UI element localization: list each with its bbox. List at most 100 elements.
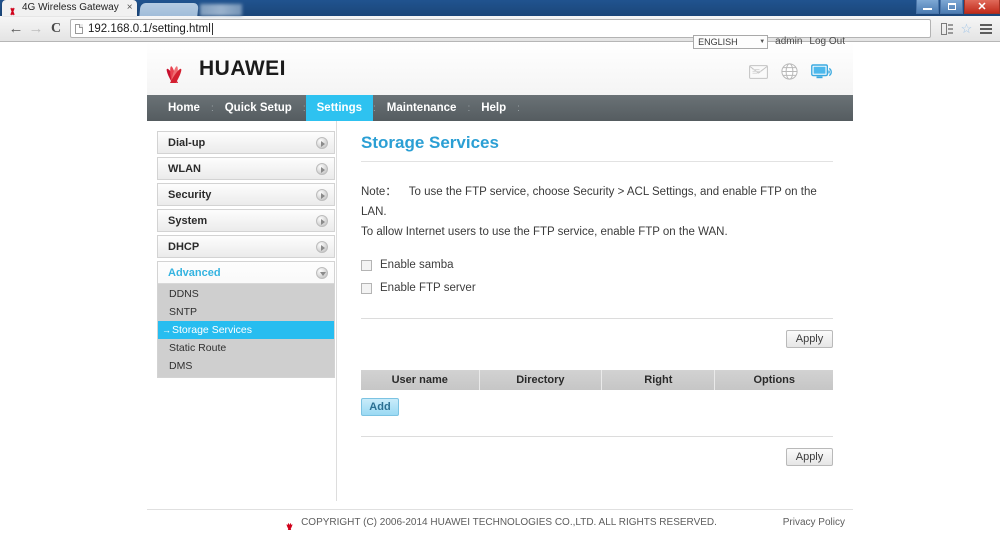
sidebar-group-system: System: [157, 209, 335, 232]
router-header: HUAWEI ENGLISH ▼ admin Log Out: [147, 42, 853, 95]
nav-item-home[interactable]: Home: [157, 95, 211, 121]
back-button[interactable]: ←: [6, 20, 26, 37]
apply-button-bottom[interactable]: Apply: [786, 448, 833, 466]
sidebar-item-advanced[interactable]: Advanced: [158, 262, 334, 283]
window-controls: ✕: [915, 0, 1000, 15]
router-ui: HUAWEI ENGLISH ▼ admin Log Out: [147, 42, 853, 535]
bookmark-star-icon[interactable]: ☆: [958, 20, 975, 37]
nav-item-help[interactable]: Help: [470, 95, 517, 121]
window-maximize-button[interactable]: [940, 0, 963, 14]
sidebar-group-dial-up: Dial-up: [157, 131, 335, 154]
minimize-icon: [923, 8, 932, 10]
enable-ftp-server-label[interactable]: Enable FTP server: [380, 282, 476, 294]
sidebar-group-wlan: WLAN: [157, 157, 335, 180]
device-monitor-wifi-icon[interactable]: [811, 64, 833, 85]
address-bar-url: 192.168.0.1/setting.html: [88, 23, 211, 35]
column-header-right: Right: [602, 370, 715, 390]
sidebar-menu: Dial-up WLAN Security: [147, 121, 336, 501]
apply-button-top[interactable]: Apply: [786, 330, 833, 348]
column-header-user-name: User name: [361, 370, 479, 390]
current-user-label: admin: [775, 36, 802, 47]
logout-link[interactable]: Log Out: [809, 36, 845, 47]
add-button[interactable]: Add: [361, 398, 399, 416]
huawei-flower-icon: [7, 3, 18, 14]
enable-samba-checkbox[interactable]: [361, 260, 372, 271]
sidebar-item-static-route[interactable]: Static Route: [158, 339, 334, 357]
sidebar-group-security: Security: [157, 183, 335, 206]
window-minimize-button[interactable]: [916, 0, 939, 14]
sidebar-item-ddns[interactable]: DDNS: [158, 285, 334, 303]
sidebar-item-label: DMS: [169, 360, 192, 372]
sidebar-item-wlan[interactable]: WLAN: [158, 158, 334, 179]
nav-separator: :: [517, 95, 520, 121]
sidebar-item-security[interactable]: Security: [158, 184, 334, 205]
header-right-controls: ENGLISH ▼ admin Log Out: [693, 34, 845, 85]
sidebar-item-label: DHCP: [168, 241, 199, 253]
apps-icon[interactable]: [939, 20, 956, 37]
apply-row-top: Apply: [361, 319, 833, 348]
nav-item-quick-setup[interactable]: Quick Setup: [214, 95, 303, 121]
maximize-icon: [948, 3, 956, 10]
sidebar-item-label: System: [168, 215, 207, 227]
sidebar-item-label: SNTP: [169, 306, 197, 318]
note-label: Note：: [361, 186, 397, 198]
privacy-policy-link[interactable]: Privacy Policy: [783, 517, 845, 528]
sidebar-item-system[interactable]: System: [158, 210, 334, 231]
note-line-1: Note： To use the FTP service, choose Sec…: [361, 182, 833, 222]
sidebar-item-label: DDNS: [169, 288, 199, 300]
chevron-right-circle-icon: [316, 241, 328, 253]
enable-samba-label[interactable]: Enable samba: [380, 259, 454, 271]
nav-item-maintenance[interactable]: Maintenance: [376, 95, 468, 121]
browser-tab-active[interactable]: 4G Wireless Gateway ×: [2, 0, 137, 16]
document-icon: [75, 24, 83, 34]
close-icon[interactable]: ×: [127, 0, 133, 16]
table-header-row: User name Directory Right Options: [361, 370, 833, 390]
chevron-right-circle-icon: [316, 189, 328, 201]
enable-ftp-server-row: Enable FTP server: [361, 278, 833, 298]
sidebar-item-storage-services[interactable]: → Storage Services: [158, 321, 334, 339]
language-select[interactable]: ENGLISH ▼: [693, 35, 768, 49]
ftp-users-table: User name Directory Right Options: [361, 370, 833, 390]
column-header-directory: Directory: [479, 370, 602, 390]
chevron-right-circle-icon: [316, 163, 328, 175]
browser-toolbar: ← → C 192.168.0.1/setting.html ☆: [0, 16, 1000, 42]
browser-tab-title: 4G Wireless Gateway: [22, 0, 119, 16]
forward-button[interactable]: →: [26, 20, 46, 37]
note-text-1: To use the FTP service, choose Security …: [361, 186, 817, 218]
enable-ftp-server-checkbox[interactable]: [361, 283, 372, 294]
page-title: Storage Services: [361, 133, 833, 162]
sidebar-item-sntp[interactable]: SNTP: [158, 303, 334, 321]
sidebar-item-dhcp[interactable]: DHCP: [158, 236, 334, 257]
sidebar-submenu-advanced: DDNS SNTP → Storage Services Static Rout…: [158, 283, 334, 377]
chevron-right-circle-icon: [316, 137, 328, 149]
copyright-text: COPYRIGHT (C) 2006-2014 HUAWEI TECHNOLOG…: [301, 517, 717, 528]
chevron-down-icon: ▼: [759, 39, 765, 45]
nav-item-settings[interactable]: Settings: [306, 95, 373, 121]
browser-chrome: 4G Wireless Gateway × ✕ ← → C 192.168.0.…: [0, 0, 1000, 42]
main-panel: Storage Services Note： To use the FTP se…: [336, 121, 853, 501]
sidebar-item-label: Security: [168, 189, 211, 201]
sidebar-item-label: Advanced: [168, 267, 221, 279]
brand-name: HUAWEI: [199, 57, 286, 81]
hamburger-menu-icon[interactable]: [977, 20, 994, 37]
window-close-button[interactable]: ✕: [964, 0, 1000, 14]
web-page: HUAWEI ENGLISH ▼ admin Log Out: [0, 42, 1000, 535]
browser-tabstrip: 4G Wireless Gateway × ✕: [0, 0, 1000, 16]
chevron-down-circle-icon: [316, 267, 328, 279]
sidebar-item-label: Static Route: [169, 342, 226, 354]
sidebar-item-label: WLAN: [168, 163, 201, 175]
sms-envelope-icon[interactable]: [749, 65, 768, 84]
browser-tab-inactive[interactable]: [139, 3, 198, 16]
sidebar-group-dhcp: DHCP: [157, 235, 335, 258]
reload-button[interactable]: C: [46, 21, 66, 37]
text-caret: [212, 23, 213, 35]
language-select-value: ENGLISH: [698, 37, 738, 47]
huawei-flower-icon: [157, 55, 191, 83]
chevron-right-circle-icon: [316, 215, 328, 227]
sidebar-item-label: Dial-up: [168, 137, 205, 149]
internet-globe-icon[interactable]: [781, 63, 798, 85]
browser-tab-blurred[interactable]: [200, 4, 242, 16]
page-footer: COPYRIGHT (C) 2006-2014 HUAWEI TECHNOLOG…: [147, 509, 853, 535]
sidebar-item-dial-up[interactable]: Dial-up: [158, 132, 334, 153]
sidebar-item-dms[interactable]: DMS: [158, 357, 334, 375]
